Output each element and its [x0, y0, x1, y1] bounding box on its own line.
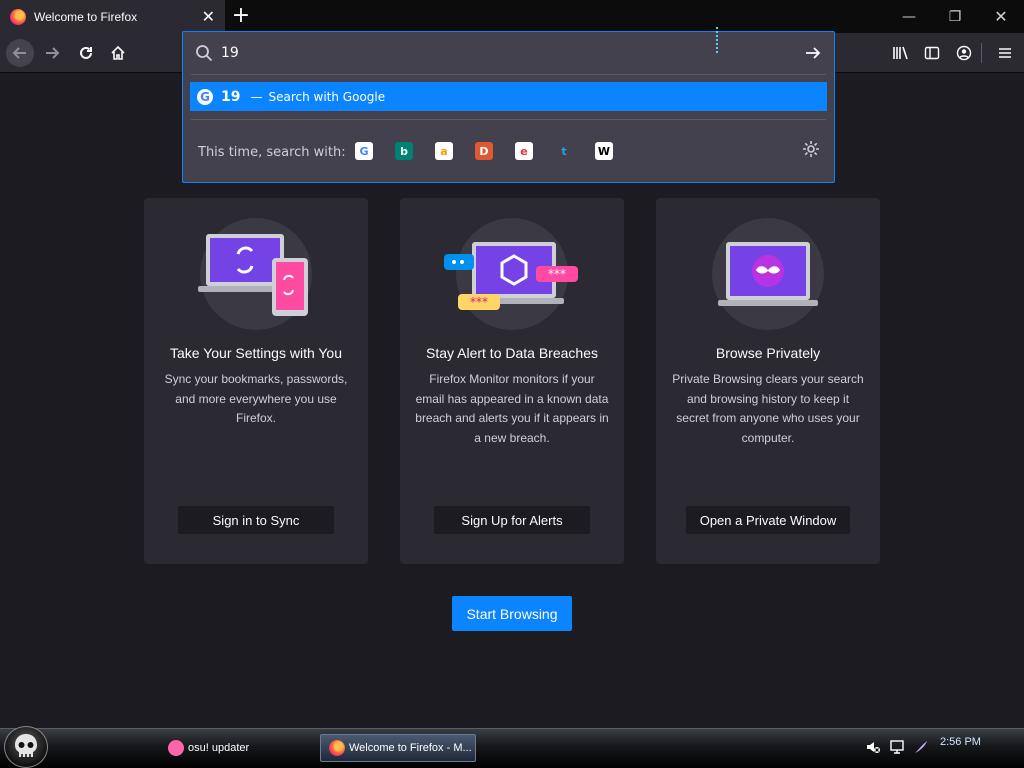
monitor-card-title: Stay Alert to Data Breaches: [426, 345, 598, 361]
private-browsing-card: Browse Privately Private Browsing clears…: [656, 198, 880, 564]
skull-icon: [15, 734, 37, 758]
go-arrow-icon[interactable]: [804, 44, 822, 62]
back-arrow-icon: [12, 47, 26, 59]
ebay-engine-icon[interactable]: e: [515, 142, 533, 160]
minimize-button[interactable]: —: [886, 0, 932, 33]
private-card-body: Private Browsing clears your search and …: [672, 372, 864, 445]
search-icon: [196, 45, 213, 62]
sync-card-body: Sync your bookmarks, passwords, and more…: [164, 372, 348, 425]
urlbar-dropdown: 19 G 19 — Search with Google This time, …: [182, 31, 835, 183]
duckduckgo-engine-icon[interactable]: D: [475, 142, 493, 160]
suggestion-query: 19: [221, 88, 241, 105]
home-icon: [111, 45, 125, 60]
sync-card: Take Your Settings with You Sync your bo…: [144, 198, 368, 564]
tab-strip: Welcome to Firefox ✕ + — ❐ ✕: [0, 0, 1024, 33]
sidebar-icon: [924, 46, 940, 60]
data-breach-alert-icon: *** ***: [444, 242, 578, 310]
menu-button[interactable]: [991, 39, 1019, 67]
taskbar-item-label: osu! updater: [188, 742, 250, 754]
sync-card-title: Take Your Settings with You: [169, 345, 343, 361]
search-suggestion-row[interactable]: G 19 — Search with Google: [190, 82, 827, 111]
osu-icon: [168, 740, 184, 756]
svg-text:***: ***: [548, 267, 566, 281]
tab-welcome[interactable]: Welcome to Firefox ✕: [0, 0, 225, 33]
amazon-engine-icon[interactable]: a: [435, 142, 453, 160]
account-icon: [956, 45, 972, 61]
gear-icon[interactable]: [802, 140, 820, 158]
svg-text:***: ***: [470, 295, 488, 309]
reload-button[interactable]: [72, 39, 100, 67]
monitor-card-body: Firefox Monitor monitors if your email h…: [415, 372, 609, 445]
urlbar[interactable]: 19: [183, 32, 834, 74]
monitor-card: *** *** Stay Alert to Data Breaches Fire…: [400, 198, 624, 564]
account-button[interactable]: [950, 39, 978, 67]
google-icon: G: [197, 88, 213, 105]
library-button[interactable]: [887, 39, 915, 67]
feather-icon[interactable]: [912, 738, 930, 756]
sign-up-for-alerts-button[interactable]: Sign Up for Alerts: [434, 506, 590, 534]
volume-muted-icon[interactable]: [864, 738, 882, 756]
sync-devices-icon: [198, 234, 308, 316]
forward-arrow-icon: [46, 47, 60, 59]
back-button[interactable]: [6, 39, 34, 67]
firefox-icon: [329, 740, 345, 756]
bing-engine-icon[interactable]: b: [395, 142, 413, 160]
private-browsing-icon: [718, 242, 818, 306]
taskbar-item-label: Welcome to Firefox - M...: [349, 742, 472, 754]
sign-in-to-sync-button[interactable]: Sign in to Sync: [178, 506, 334, 534]
suggestion-action: Search with Google: [268, 89, 386, 104]
home-button[interactable]: [104, 39, 132, 67]
start-browsing-button[interactable]: Start Browsing: [452, 596, 572, 631]
restore-button[interactable]: ❐: [932, 0, 978, 33]
taskbar-item-osu-updater[interactable]: osu! updater: [160, 734, 318, 762]
urlbar-input[interactable]: 19: [221, 45, 239, 61]
window-close-button[interactable]: ✕: [978, 0, 1024, 33]
library-icon: [893, 46, 908, 60]
forward-button[interactable]: [38, 39, 66, 67]
tab-title: Welcome to Firefox: [34, 9, 138, 24]
one-off-search-label: This time, search with:: [198, 145, 346, 160]
suggestion-dash: —: [250, 89, 263, 104]
clock: 2:56 PM: [940, 736, 981, 748]
network-icon[interactable]: [888, 738, 906, 756]
toolbar-divider: [981, 43, 982, 63]
taskbar-item-firefox[interactable]: Welcome to Firefox - M...: [320, 734, 476, 762]
new-tab-button[interactable]: +: [230, 3, 252, 28]
sidebar-button[interactable]: [918, 39, 946, 67]
wikipedia-engine-icon[interactable]: W: [595, 142, 613, 160]
open-private-window-button[interactable]: Open a Private Window: [686, 506, 850, 534]
private-card-title: Browse Privately: [715, 345, 821, 361]
tab-close-icon[interactable]: ✕: [202, 7, 215, 26]
google-engine-icon[interactable]: G: [355, 142, 373, 160]
divider: [191, 74, 826, 75]
start-button[interactable]: [4, 726, 48, 768]
reload-icon: [80, 46, 92, 59]
firefox-favicon-icon: [10, 8, 26, 25]
hamburger-menu-icon: [999, 48, 1011, 58]
divider: [191, 119, 826, 120]
twitter-engine-icon[interactable]: t: [555, 142, 573, 160]
text-cursor-icon: [716, 27, 718, 53]
